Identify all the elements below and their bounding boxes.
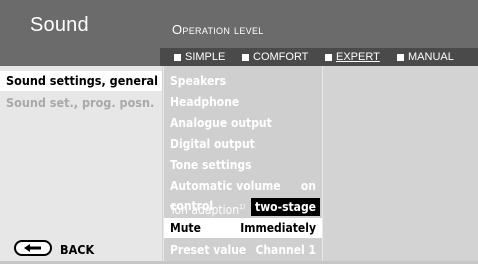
- setting-value: on: [300, 179, 316, 193]
- setting-label: Headphone: [170, 95, 240, 109]
- setting-value: two-stage: [251, 198, 320, 216]
- setting-label: Ton adaption: [170, 203, 240, 217]
- menu-title: Sound: [30, 14, 89, 36]
- level-indicator-icon: [242, 54, 249, 61]
- level-indicator-icon: [325, 54, 332, 61]
- setting-label: Preset value: [170, 243, 247, 257]
- setting-value: Immediately: [240, 221, 316, 235]
- operation-level-bar: SIMPLE COMFORT EXPERT MANUAL: [160, 48, 478, 66]
- level-label: COMFORT: [253, 51, 309, 63]
- menu-item-sound-settings-general[interactable]: Sound settings, general: [0, 71, 162, 91]
- setting-label: Mute: [170, 221, 201, 235]
- menu-item-sound-set-prog-posn[interactable]: Sound set., prog. posn.: [6, 93, 154, 113]
- level-manual[interactable]: MANUAL: [397, 51, 454, 64]
- menu-header: Sound Operation level: [0, 0, 478, 48]
- setting-label: Digital output: [170, 137, 255, 151]
- setting-preset-value[interactable]: Preset value Channel 1: [164, 240, 322, 260]
- sound-menu-screen: Sound Operation level SIMPLE COMFORT EXP…: [0, 0, 478, 264]
- back-arrow-icon: [14, 239, 52, 259]
- level-label: EXPERT: [336, 51, 380, 63]
- level-indicator-icon: [397, 54, 404, 61]
- level-label: SIMPLE: [185, 51, 226, 63]
- level-indicator-icon: [174, 54, 181, 61]
- level-label: MANUAL: [408, 51, 454, 63]
- footnote-marker: 1): [239, 203, 246, 211]
- header-gap: [0, 48, 160, 66]
- setting-label-with-footnote: Ton adaption1): [170, 203, 246, 217]
- setting-label: Tone settings: [170, 158, 252, 172]
- setting-analogue-output[interactable]: Analogue output: [164, 113, 322, 133]
- setting-value: Channel 1: [255, 243, 316, 257]
- operation-level-label: Operation level: [172, 22, 264, 37]
- setting-label: Speakers: [170, 74, 227, 88]
- setting-ton-adaption[interactable]: Ton adaption1) two-stage: [164, 197, 322, 217]
- setting-headphone[interactable]: Headphone: [164, 92, 322, 112]
- setting-mute[interactable]: Mute Immediately: [164, 218, 322, 238]
- setting-tone-settings[interactable]: Tone settings: [164, 155, 322, 175]
- back-button[interactable]: BACK: [14, 239, 95, 259]
- settings-list: Speakers Headphone Analogue output Digit…: [163, 66, 323, 264]
- setting-automatic-volume-control[interactable]: Automatic volume control on: [164, 176, 322, 213]
- level-comfort[interactable]: COMFORT: [242, 51, 308, 64]
- right-panel: [323, 66, 478, 264]
- setting-digital-output[interactable]: Digital output: [164, 134, 322, 154]
- level-expert[interactable]: EXPERT: [325, 51, 380, 64]
- setting-label: Analogue output: [170, 116, 272, 130]
- level-simple[interactable]: SIMPLE: [174, 51, 225, 64]
- back-label: BACK: [60, 241, 95, 257]
- setting-speakers[interactable]: Speakers: [164, 71, 322, 91]
- left-menu: Sound settings, general Sound set., prog…: [0, 66, 162, 264]
